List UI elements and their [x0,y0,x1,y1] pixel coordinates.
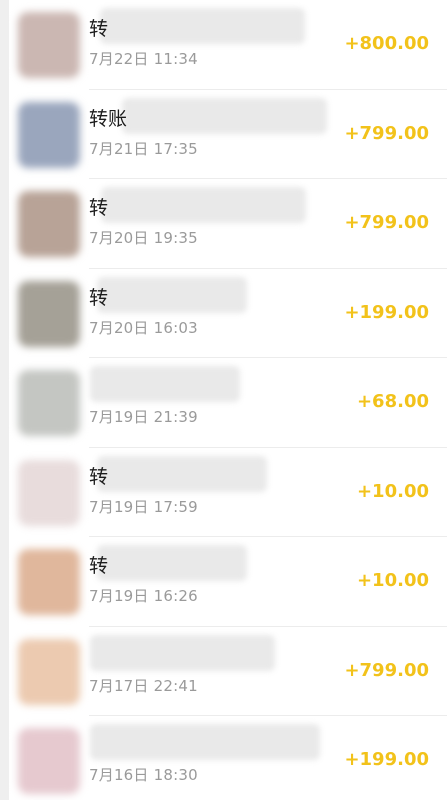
transaction-amount: +799.00 [344,659,429,681]
redacted-text [122,97,327,134]
transaction-list: 转 7月22日 11:34 +800.00 转账 7月21日 17:35 +79… [0,0,447,800]
transaction-title: 转 [89,555,109,577]
redacted-text [90,366,240,402]
transaction-row[interactable]: 转 7月20日 19:35 +799.00 [0,179,447,269]
redacted-text [90,634,275,671]
transaction-amount: +10.00 [356,570,429,591]
redacted-text [97,276,247,313]
redacted-text [97,545,247,581]
transaction-row[interactable]: 转 7月19日 17:59 +10.00 [0,448,447,538]
transaction-amount: +799.00 [344,212,429,233]
transaction-row[interactable]: 转 7月20日 16:03 +199.00 [0,269,447,359]
transaction-row[interactable]: 转 7月19日 16:26 +10.00 [0,537,447,627]
transaction-time: 7月17日 22:41 [89,676,198,695]
avatar [18,12,80,78]
transaction-title: 转 [89,18,109,40]
transaction-title: 转 [89,465,109,488]
transaction-amount: +199.00 [344,301,429,323]
avatar [18,459,80,526]
transaction-title: 转账 [89,107,128,130]
avatar [18,638,80,705]
transaction-time: 7月19日 16:26 [89,587,198,605]
redacted-text [100,8,305,44]
transaction-row[interactable]: 转账 7月21日 17:35 +799.00 [0,90,447,180]
avatar [18,370,80,436]
transaction-row[interactable]: 7月16日 18:30 +199.00 [0,716,447,800]
transaction-time: 7月19日 17:59 [89,497,198,516]
transaction-time: 7月20日 16:03 [89,318,198,337]
transaction-time: 7月22日 11:34 [89,50,198,68]
avatar [18,549,80,615]
transaction-amount: +68.00 [356,391,429,412]
transaction-amount: +199.00 [344,749,429,770]
transaction-amount: +10.00 [356,480,429,502]
avatar [18,101,80,168]
transaction-time: 7月21日 17:35 [89,139,198,158]
transaction-row[interactable]: 转 7月22日 11:34 +800.00 [0,0,447,90]
transaction-time: 7月19日 21:39 [89,408,198,426]
redacted-text [97,455,267,492]
avatar [18,191,80,257]
transaction-time: 7月20日 19:35 [89,229,198,247]
transaction-title: 转 [89,197,109,219]
redacted-text [90,724,320,760]
avatar [18,280,80,347]
transaction-row[interactable]: 7月17日 22:41 +799.00 [0,627,447,717]
avatar [18,728,80,794]
transaction-amount: +799.00 [344,122,429,144]
transaction-time: 7月16日 18:30 [89,766,198,784]
transaction-row[interactable]: 7月19日 21:39 +68.00 [0,358,447,448]
transaction-amount: +800.00 [344,33,429,54]
transaction-title: 转 [89,286,109,309]
redacted-text [101,187,306,223]
